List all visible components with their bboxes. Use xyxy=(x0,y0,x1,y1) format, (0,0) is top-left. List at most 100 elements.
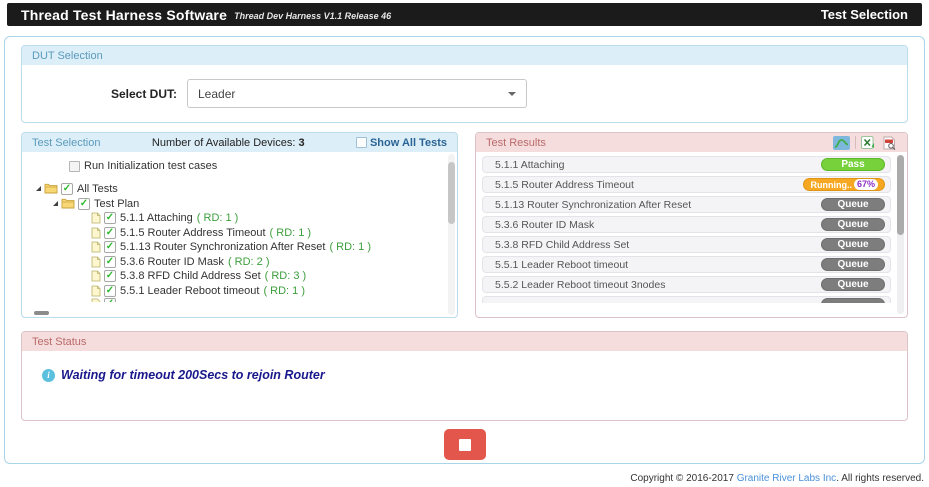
status-badge-text: Running.. xyxy=(810,180,852,190)
table-row-partial xyxy=(482,296,891,303)
test-tree: All Tests Test Plan xyxy=(36,181,457,302)
status-badge: Queue xyxy=(821,278,885,291)
check-icon[interactable] xyxy=(104,241,116,253)
show-all-tests-toggle[interactable]: Show All Tests xyxy=(356,137,447,149)
main-content: DUT Selection Select DUT: Leader Test Se… xyxy=(4,36,925,464)
show-all-tests-label: Show All Tests xyxy=(370,137,447,149)
dut-select-value: Leader xyxy=(198,87,235,101)
tree-leaf-test[interactable]: 5.1.5 Router Address Timeout ( RD: 1 ) xyxy=(91,226,457,241)
status-badge: Queue xyxy=(821,218,885,231)
app-title: Thread Test Harness Software xyxy=(21,7,227,23)
tree-leaf-test[interactable]: 5.1.1 Attaching ( RD: 1 ) xyxy=(91,211,457,226)
run-init-checkbox-row[interactable]: Run Initialization test cases xyxy=(69,160,457,172)
table-row[interactable]: 5.3.6 Router ID Mask Queue xyxy=(482,216,891,233)
status-badge: Queue xyxy=(821,238,885,251)
file-icon xyxy=(91,298,101,302)
file-icon xyxy=(91,241,101,253)
toolbar-divider xyxy=(855,136,856,149)
table-row[interactable]: 5.5.2 Leader Reboot timeout 3nodes Queue xyxy=(482,276,891,293)
test-status-body: Waiting for timeout 200Secs to rejoin Ro… xyxy=(22,351,907,382)
check-icon xyxy=(104,298,116,302)
check-icon[interactable] xyxy=(104,227,116,239)
results-scrollbar-thumb[interactable] xyxy=(897,155,904,235)
dut-selection-panel: DUT Selection Select DUT: Leader xyxy=(21,45,908,123)
dut-selection-panel-body: Select DUT: Leader xyxy=(22,65,907,122)
info-icon xyxy=(42,369,55,382)
dut-select[interactable]: Leader xyxy=(187,79,527,108)
excel-export-icon[interactable] xyxy=(861,136,877,150)
chart-icon[interactable] xyxy=(833,136,850,150)
test-case-label: 5.1.13 Router Synchronization After Rese… xyxy=(120,241,325,253)
page-title: Test Selection xyxy=(821,7,908,22)
expander-icon[interactable] xyxy=(36,186,41,191)
chevron-down-icon xyxy=(508,92,516,96)
select-dut-label: Select DUT: xyxy=(22,87,177,101)
test-case-label: 5.5.1 Leader Reboot timeout xyxy=(120,285,259,297)
status-badge-text: Queue xyxy=(837,239,868,250)
result-test-name: 5.1.13 Router Synchronization After Rese… xyxy=(495,199,821,211)
pdf-report-icon[interactable] xyxy=(882,136,897,150)
test-status-panel-header: Test Status xyxy=(22,332,907,351)
results-list: 5.1.1 Attaching Pass 5.1.5 Router Addres… xyxy=(482,156,891,303)
tree-node-test-plan[interactable]: Test Plan xyxy=(53,196,457,211)
result-test-name: 5.1.1 Attaching xyxy=(495,159,821,171)
status-progress: 67% xyxy=(854,179,878,190)
check-icon[interactable] xyxy=(104,270,116,282)
file-icon xyxy=(91,285,101,297)
test-selection-panel-title: Test Selection xyxy=(32,137,100,149)
copyright-suffix: . All rights reserved. xyxy=(836,473,924,484)
tree-node-all-tests[interactable]: All Tests xyxy=(36,181,457,196)
tree-leaf-test[interactable]: 5.1.13 Router Synchronization After Rese… xyxy=(91,240,457,255)
expander-icon[interactable] xyxy=(53,201,58,206)
test-results-list-body: 5.1.1 Attaching Pass 5.1.5 Router Addres… xyxy=(476,152,907,317)
run-init-checkbox[interactable] xyxy=(69,161,80,172)
table-row[interactable]: 5.5.1 Leader Reboot timeout Queue xyxy=(482,256,891,273)
folder-icon xyxy=(44,183,58,194)
status-message: Waiting for timeout 200Secs to rejoin Ro… xyxy=(61,368,325,382)
tree-leaf-test[interactable]: 5.3.8 RFD Child Address Set ( RD: 3 ) xyxy=(91,269,457,284)
result-test-name: 5.5.1 Leader Reboot timeout xyxy=(495,259,821,271)
tree-hscrollbar-thumb[interactable] xyxy=(34,311,49,315)
copyright-prefix: Copyright © 2016-2017 xyxy=(630,473,736,484)
status-badge: Running.. 67% xyxy=(803,178,885,191)
check-icon[interactable] xyxy=(61,183,73,195)
results-toolbar xyxy=(833,136,897,150)
test-case-label: 5.3.8 RFD Child Address Set xyxy=(120,270,261,282)
stop-icon xyxy=(459,439,471,451)
dut-selection-panel-header: DUT Selection xyxy=(22,46,907,65)
check-icon[interactable] xyxy=(104,212,116,224)
result-test-name: 5.3.6 Router ID Mask xyxy=(495,219,821,231)
show-all-tests-checkbox[interactable] xyxy=(356,137,367,148)
table-row[interactable]: 5.1.5 Router Address Timeout Running.. 6… xyxy=(482,176,891,193)
tree-node-label: Test Plan xyxy=(94,198,139,210)
tree-scrollbar-thumb[interactable] xyxy=(448,162,455,224)
test-case-rd: ( RD: 2 ) xyxy=(228,256,270,268)
test-case-rd: ( RD: 1 ) xyxy=(329,241,371,253)
table-row[interactable]: 5.1.13 Router Synchronization After Rese… xyxy=(482,196,891,213)
test-case-label: 5.1.1 Attaching xyxy=(120,212,193,224)
tree-node-label: All Tests xyxy=(77,183,118,195)
table-row[interactable]: 5.1.1 Attaching Pass xyxy=(482,156,891,173)
status-badge-text: Pass xyxy=(841,159,864,170)
file-icon xyxy=(91,212,101,224)
run-init-label: Run Initialization test cases xyxy=(84,160,217,172)
test-selection-panel-header: Test Selection Number of Available Devic… xyxy=(22,133,457,152)
result-test-name: 5.1.5 Router Address Timeout xyxy=(495,179,803,191)
stop-button[interactable] xyxy=(444,429,486,460)
check-icon[interactable] xyxy=(104,256,116,268)
check-icon[interactable] xyxy=(78,198,90,210)
check-icon[interactable] xyxy=(104,285,116,297)
tree-leaf-test[interactable]: 5.5.1 Leader Reboot timeout ( RD: 1 ) xyxy=(91,284,457,299)
file-icon xyxy=(91,227,101,239)
test-case-rd: ( RD: 1 ) xyxy=(263,285,305,297)
tree-leaf-partial xyxy=(91,298,457,302)
test-results-panel: Test Results xyxy=(475,132,908,318)
test-status-panel-title: Test Status xyxy=(32,336,86,348)
company-link[interactable]: Granite River Labs Inc xyxy=(737,473,837,484)
footer-copyright: Copyright © 2016-2017 Granite River Labs… xyxy=(630,473,924,484)
table-row[interactable]: 5.3.8 RFD Child Address Set Queue xyxy=(482,236,891,253)
tree-leaf-test[interactable]: 5.3.6 Router ID Mask ( RD: 2 ) xyxy=(91,255,457,270)
dut-selection-panel-title: DUT Selection xyxy=(32,50,103,62)
test-tree-body: Run Initialization test cases All Tests xyxy=(22,152,457,317)
available-devices-count: 3 xyxy=(298,137,304,149)
